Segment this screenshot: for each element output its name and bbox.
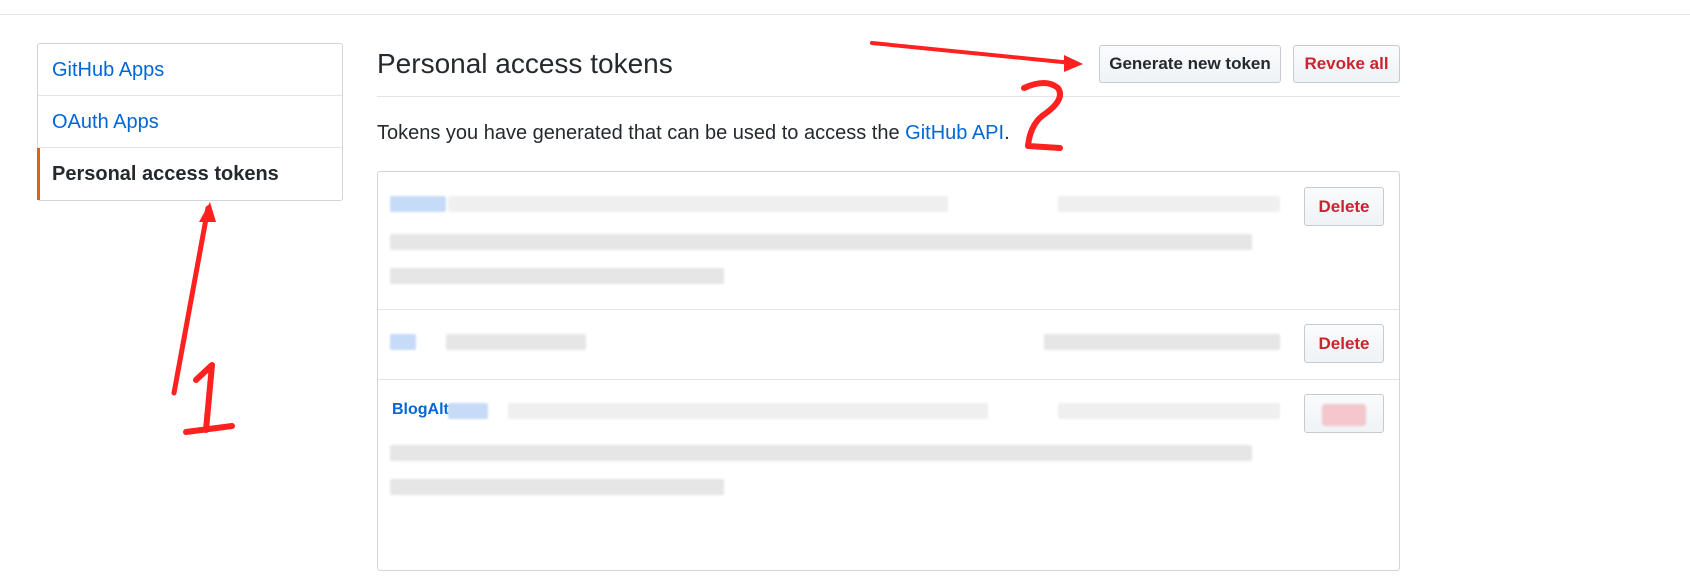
annotation-number-1: [183, 362, 235, 435]
arrow-2: [870, 41, 1083, 72]
annotation-overlay: [171, 41, 1083, 435]
annotation-number-2: [1021, 80, 1063, 151]
